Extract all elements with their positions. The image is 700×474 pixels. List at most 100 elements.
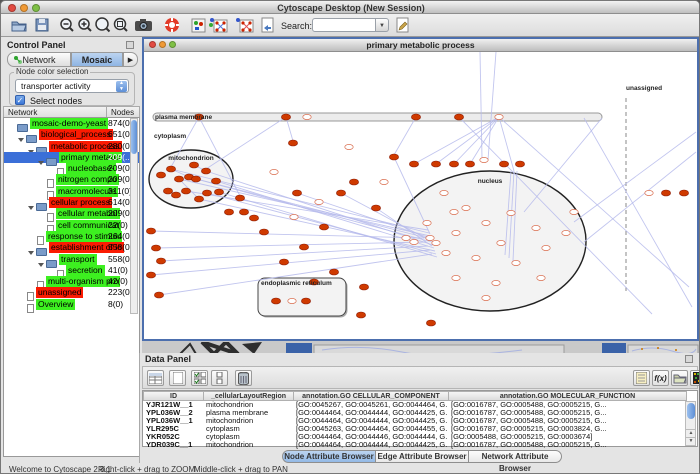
tab-overflow-arrow-icon[interactable]: ▶ bbox=[123, 52, 138, 67]
new-attribute-icon[interactable] bbox=[169, 370, 186, 386]
open-icon[interactable] bbox=[9, 16, 28, 34]
search-dropdown-arrow-icon[interactable]: ▼ bbox=[376, 18, 389, 32]
zoom-fit-icon[interactable] bbox=[111, 16, 130, 34]
network-node[interactable] bbox=[292, 190, 301, 196]
network-node[interactable] bbox=[163, 188, 172, 194]
table-cell[interactable]: [GO:0045263, GO:0044464, GO:0044455, G..… bbox=[293, 425, 448, 433]
network-node-outlined[interactable] bbox=[570, 209, 578, 214]
network-node-outlined[interactable] bbox=[380, 179, 388, 184]
tab-edge-attribute-browser[interactable]: Edge Attribute Browser bbox=[375, 450, 468, 463]
network-node[interactable] bbox=[156, 172, 165, 178]
network-window-titlebar[interactable]: primary metabolic process bbox=[144, 39, 697, 52]
tree-row-label[interactable]: biological_process bbox=[39, 129, 113, 140]
network-node-outlined[interactable] bbox=[645, 190, 653, 195]
network-node[interactable] bbox=[211, 178, 220, 184]
tree-row[interactable]: unassigned223(0) bbox=[4, 287, 139, 298]
network-node[interactable] bbox=[235, 195, 244, 201]
tree-row[interactable]: nucleobase-209(0) bbox=[4, 163, 139, 174]
table-cell[interactable]: mitochondrion bbox=[203, 441, 293, 449]
network-node-outlined[interactable] bbox=[345, 144, 353, 149]
table-cell[interactable]: YJR121W__1 bbox=[143, 401, 203, 409]
network-node-outlined[interactable] bbox=[532, 225, 540, 230]
network-node[interactable] bbox=[146, 228, 155, 234]
help-lifesaver-icon[interactable] bbox=[162, 16, 181, 34]
network-node[interactable] bbox=[411, 114, 420, 120]
network-node[interactable] bbox=[359, 284, 368, 290]
tree-row[interactable]: secretion41(0) bbox=[4, 265, 139, 276]
network-node-outlined[interactable] bbox=[270, 169, 278, 174]
network-node[interactable] bbox=[449, 161, 458, 167]
network-node-outlined[interactable] bbox=[290, 214, 298, 219]
zoom-out-icon[interactable] bbox=[57, 16, 76, 34]
tree-row[interactable]: Overview8(0) bbox=[4, 299, 139, 310]
network-node-outlined[interactable] bbox=[480, 157, 488, 162]
control-panel-float-icon[interactable] bbox=[126, 41, 134, 49]
network-node-outlined[interactable] bbox=[423, 220, 431, 225]
table-cell[interactable]: mitochondrion bbox=[203, 401, 293, 409]
data-panel-float-icon[interactable] bbox=[685, 355, 693, 363]
search-input[interactable] bbox=[312, 18, 376, 32]
network-node[interactable] bbox=[288, 140, 297, 146]
delete-attribute-trash-icon[interactable] bbox=[235, 370, 252, 386]
network-node-outlined[interactable] bbox=[492, 280, 500, 285]
network-node[interactable] bbox=[349, 179, 358, 185]
tree-row-label[interactable]: Overview bbox=[36, 299, 75, 310]
table-cell[interactable]: [GO:0016787, GO:0005488, GO:0005215, G..… bbox=[448, 409, 686, 417]
network-node[interactable] bbox=[389, 154, 398, 160]
table-cell[interactable]: [GO:0016787, GO:0005215, GO:0003824, G..… bbox=[448, 425, 686, 433]
network-node[interactable] bbox=[174, 176, 183, 182]
network-node-outlined[interactable] bbox=[442, 250, 450, 255]
tree-row[interactable]: biological_process651(0) bbox=[4, 129, 139, 140]
table-cell[interactable]: plasma membrane bbox=[203, 409, 293, 417]
tree-row[interactable]: transport558(0) bbox=[4, 254, 139, 265]
network-node[interactable] bbox=[189, 162, 198, 168]
network-node[interactable] bbox=[679, 190, 688, 196]
table-cell[interactable]: [GO:0016787, GO:0005488, GO:0005215, G..… bbox=[448, 417, 686, 425]
network-node[interactable] bbox=[319, 224, 328, 230]
network-node-outlined[interactable] bbox=[432, 240, 440, 245]
tree-row[interactable]: macromolecule311(0) bbox=[4, 186, 139, 197]
tree-scrollbar-thumb[interactable] bbox=[131, 120, 137, 154]
network-node-outlined[interactable] bbox=[542, 245, 550, 250]
table-cell[interactable]: [GO:0044464, GO:0044446, GO:0044444, G..… bbox=[293, 433, 448, 441]
table-cell[interactable]: YKR052C bbox=[143, 433, 203, 441]
network-canvas[interactable]: plasma membranecytoplasmmitochondrionnuc… bbox=[144, 52, 697, 339]
network-node-outlined[interactable] bbox=[482, 295, 490, 300]
table-cell[interactable]: YLR295C bbox=[143, 425, 203, 433]
table-cell[interactable]: cytoplasm bbox=[203, 433, 293, 441]
network-node-outlined[interactable] bbox=[497, 240, 505, 245]
function-builder-icon[interactable]: f(x) bbox=[652, 370, 669, 386]
network-node[interactable] bbox=[329, 269, 338, 275]
network-node[interactable] bbox=[171, 192, 180, 198]
table-column-header[interactable]: ID bbox=[143, 391, 204, 401]
window-titlebar[interactable]: Cytoscape Desktop (New Session) bbox=[1, 1, 700, 14]
network-node[interactable] bbox=[191, 176, 200, 182]
tree-row[interactable]: establishment of lo558(0) bbox=[4, 242, 139, 253]
network-node-outlined[interactable] bbox=[288, 298, 296, 303]
table-cell[interactable]: [GO:0044464, GO:0044444, GO:0044425, G..… bbox=[293, 441, 448, 449]
network-node[interactable] bbox=[239, 209, 248, 215]
tree-row[interactable]: cellular metabol209(0) bbox=[4, 208, 139, 219]
attribute-matrix-icon[interactable] bbox=[690, 370, 700, 386]
network-node[interactable] bbox=[214, 189, 223, 195]
network-node[interactable] bbox=[299, 244, 308, 250]
network-node-outlined[interactable] bbox=[452, 230, 460, 235]
tree-row-label[interactable]: unassigned bbox=[36, 287, 83, 298]
table-cell[interactable]: [GO:0016787, GO:0005488, GO:0005215, G..… bbox=[448, 401, 686, 409]
network-node[interactable] bbox=[271, 298, 280, 304]
network-node[interactable] bbox=[166, 166, 175, 172]
attribute-select-icon[interactable] bbox=[147, 370, 164, 386]
network-node[interactable] bbox=[371, 205, 380, 211]
network-node-outlined[interactable] bbox=[440, 190, 448, 195]
network-node[interactable] bbox=[224, 209, 233, 215]
network-node[interactable] bbox=[151, 245, 160, 251]
network-node-outlined[interactable] bbox=[507, 210, 515, 215]
network-node[interactable] bbox=[356, 312, 365, 318]
network-node-outlined[interactable] bbox=[562, 230, 570, 235]
network-node[interactable] bbox=[181, 188, 190, 194]
tree-scrollbar[interactable] bbox=[130, 118, 138, 314]
network-node[interactable] bbox=[249, 215, 258, 221]
select-all-attributes-icon[interactable] bbox=[191, 370, 208, 386]
tree-row-label[interactable]: transport bbox=[59, 254, 97, 265]
network-node[interactable] bbox=[499, 161, 508, 167]
